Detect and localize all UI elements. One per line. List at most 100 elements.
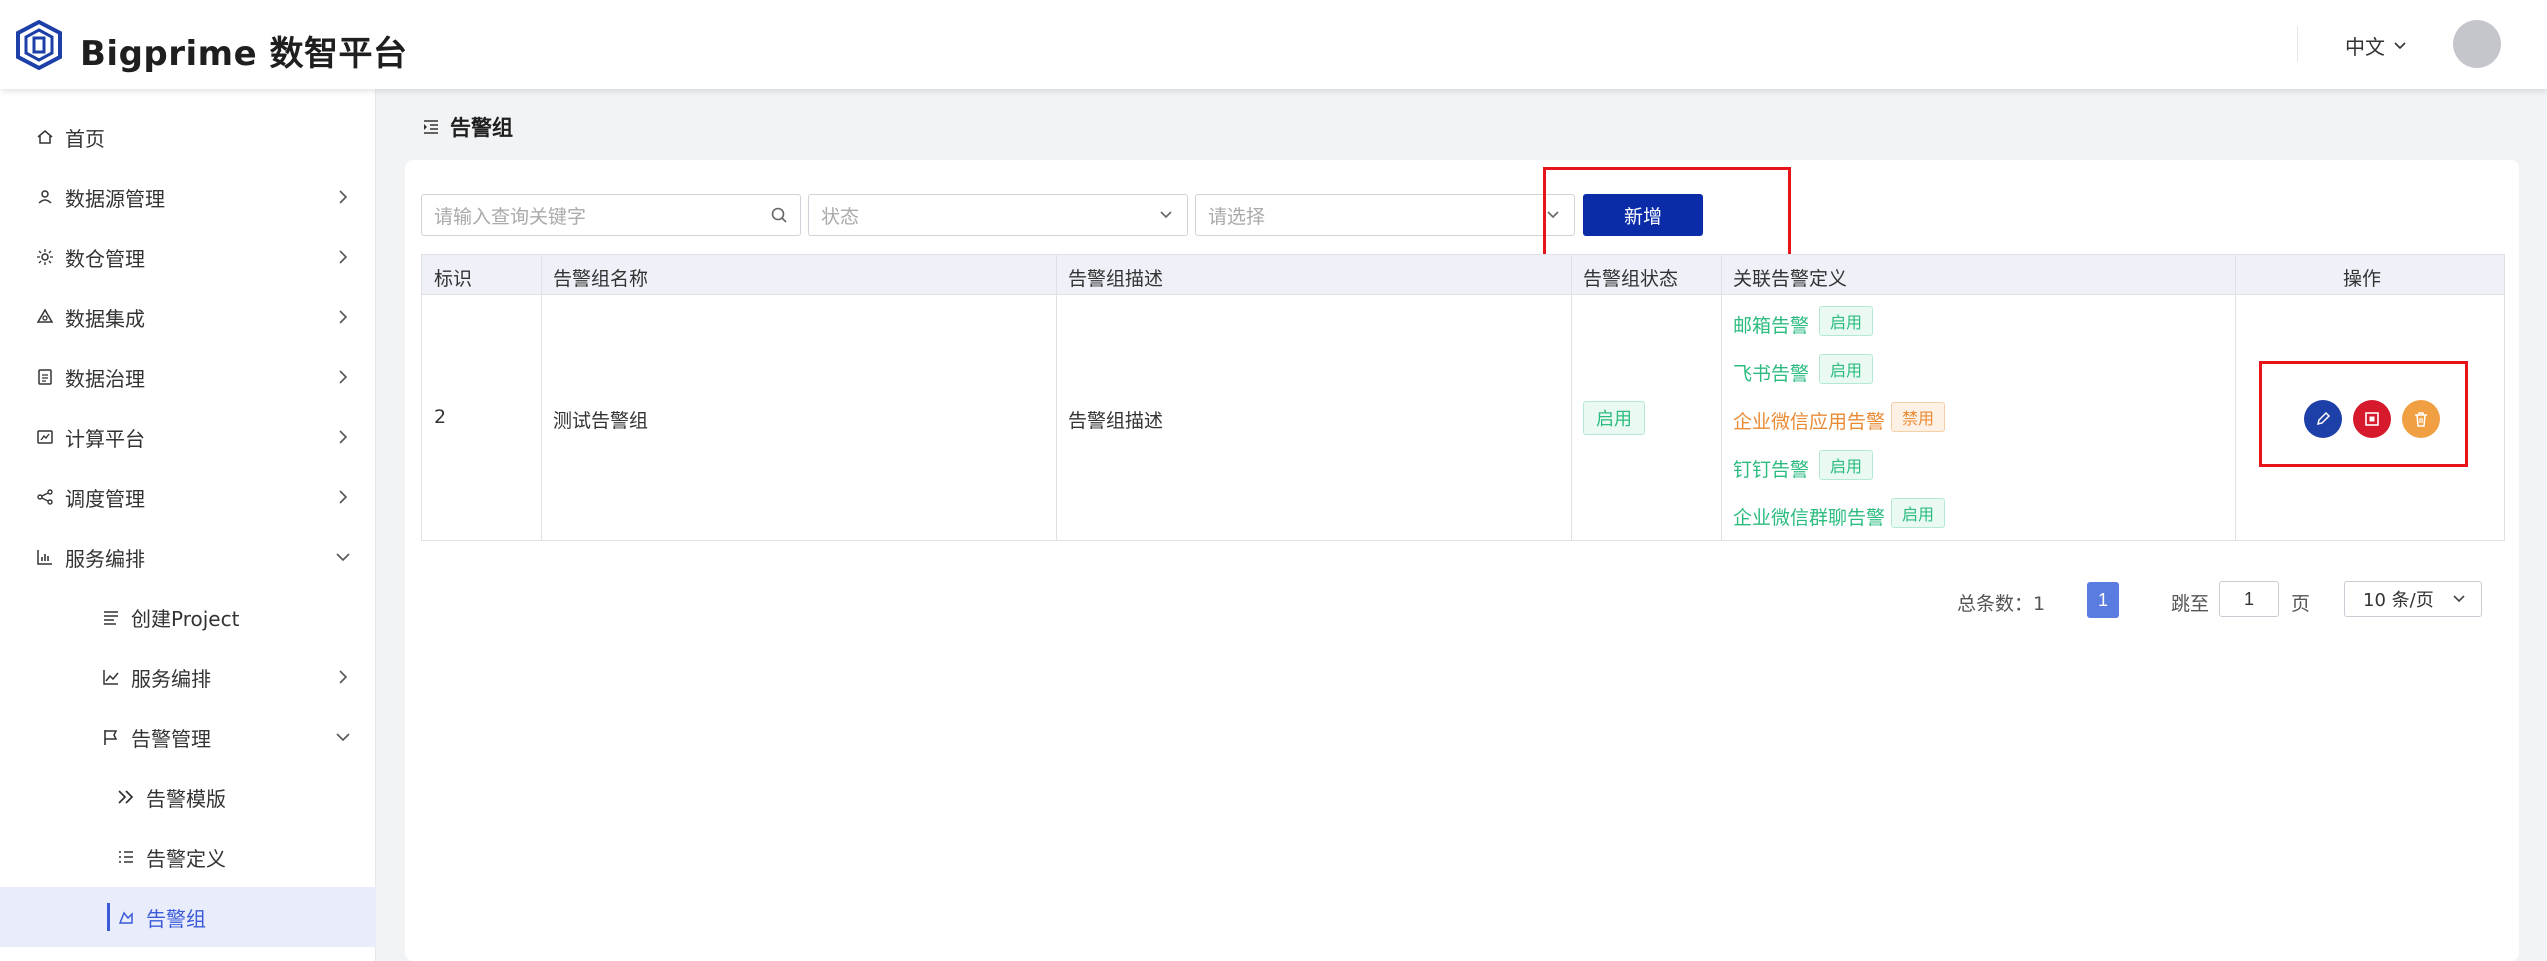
highlight-box-actions (2259, 361, 2468, 467)
cell-description: 告警组描述 (1068, 410, 1164, 432)
sidebar-item-label: 告警定义 (146, 846, 226, 871)
header-description: 告警组描述 (1068, 268, 1164, 290)
sidebar-item-label: 创建Project (131, 606, 240, 631)
page-size-select[interactable]: 10 条/页 (2344, 581, 2482, 617)
brand-title: Bigprime 数智平台 (80, 34, 408, 74)
language-label: 中文 (2345, 35, 2385, 59)
page-suffix: 页 (2291, 593, 2311, 615)
sidebar-item-label: 首页 (65, 126, 105, 151)
integration-icon (36, 308, 54, 323)
menu-indent-icon (424, 120, 438, 134)
sidebar-item-home[interactable]: 首页 (0, 107, 376, 167)
generic-select[interactable]: 请选择 (1195, 194, 1575, 236)
page-title: 告警组 (422, 112, 513, 142)
header-name: 告警组名称 (553, 268, 649, 290)
chevron-right-icon (339, 490, 348, 504)
schedule-icon (37, 489, 53, 505)
page-title-text: 告警组 (450, 116, 513, 140)
sidebar-item-create-project[interactable]: 创建Project (0, 587, 376, 647)
chevron-down-icon (2394, 41, 2406, 49)
chevron-right-icon (339, 190, 348, 204)
related-definition-name[interactable]: 企业微信应用告警 (1733, 407, 1885, 434)
sidebar-item-label: 告警模版 (146, 786, 226, 811)
cell-id: 2 (434, 406, 447, 428)
table-header-row (422, 255, 2504, 295)
sidebar-item-integration[interactable]: 数据集成 (0, 287, 376, 347)
user-avatar[interactable] (2453, 20, 2501, 68)
sidebar-item-label: 数据治理 (65, 366, 145, 391)
header-status: 告警组状态 (1583, 268, 1679, 290)
active-indicator (107, 903, 110, 931)
line-chart-icon (103, 670, 119, 685)
datasource-icon (38, 190, 52, 204)
keyword-search-input[interactable]: 请输入查询关键字 (421, 194, 801, 236)
flag-icon (104, 730, 118, 745)
highlight-box-add (1543, 167, 1791, 257)
cell-name: 测试告警组 (553, 410, 649, 432)
logo-icon (16, 20, 62, 70)
search-icon[interactable] (770, 206, 788, 224)
total-count: 总条数：1 (1957, 593, 2046, 615)
chevron-down-icon (1160, 211, 1172, 219)
list-icon (104, 611, 118, 625)
language-switcher[interactable]: 中文 (2345, 31, 2407, 60)
header-divider (2297, 26, 2298, 62)
header-id: 标识 (434, 268, 473, 290)
sidebar-item-service-orchestration-sub[interactable]: 服务编排 (0, 647, 376, 707)
sidebar-item-label: 数据集成 (65, 306, 145, 331)
header-related-definition: 关联告警定义 (1733, 268, 1848, 290)
page-number-current[interactable]: 1 (2087, 582, 2119, 618)
ordered-list-icon (119, 851, 133, 863)
status-select[interactable]: 状态 (808, 194, 1188, 236)
sidebar-item-datasource[interactable]: 数据源管理 (0, 167, 376, 227)
home-icon (37, 130, 53, 144)
column-divider (541, 255, 542, 540)
chevron-down-icon (2453, 595, 2465, 603)
jump-page-input[interactable]: 1 (2219, 581, 2279, 617)
column-divider (1721, 255, 1722, 540)
related-definition-name[interactable]: 飞书告警 (1733, 359, 1809, 386)
sidebar-item-compute[interactable]: 计算平台 (0, 407, 376, 467)
related-definition-name[interactable]: 钉钉告警 (1733, 455, 1809, 482)
sidebar-item-label: 服务编排 (65, 546, 145, 571)
sidebar-item-service-orchestration[interactable]: 服务编排 (0, 527, 376, 587)
header-actions: 操作 (2343, 268, 2382, 290)
related-definition-name[interactable]: 邮箱告警 (1733, 311, 1809, 338)
sidebar-item-alarm-definition[interactable]: 告警定义 (0, 827, 376, 887)
sidebar-item-label: 告警管理 (131, 726, 211, 751)
status-badge: 启用 (1583, 401, 1645, 435)
bar-chart-icon (37, 550, 52, 565)
related-status-badge: 禁用 (1891, 402, 1946, 432)
compute-icon (37, 430, 53, 444)
warehouse-icon (37, 249, 53, 265)
sidebar-item-label: 数据源管理 (65, 186, 165, 211)
keyword-placeholder: 请输入查询关键字 (434, 205, 587, 228)
sidebar-item-warehouse[interactable]: 数仓管理 (0, 227, 376, 287)
status-placeholder: 状态 (821, 205, 860, 228)
chevron-right-icon (339, 370, 348, 384)
sidebar-item-label: 数仓管理 (65, 246, 145, 271)
sidebar-item-label: 服务编排 (131, 666, 211, 691)
column-divider (1056, 255, 1057, 540)
chevron-right-icon (339, 670, 348, 684)
chevron-right-icon (339, 250, 348, 264)
sidebar-item-governance[interactable]: 数据治理 (0, 347, 376, 407)
sidebar-item-alarm-template[interactable]: 告警模版 (0, 767, 376, 827)
sidebar-item-alarm-management[interactable]: 告警管理 (0, 707, 376, 767)
related-status-badge: 启用 (1891, 498, 1946, 528)
related-definition-name[interactable]: 企业微信群聊告警 (1733, 503, 1885, 530)
alarm-group-icon (118, 911, 133, 924)
select-placeholder: 请选择 (1208, 205, 1266, 228)
jump-label: 跳至 (2171, 593, 2210, 615)
sidebar-item-label: 告警组 (146, 906, 206, 931)
column-divider (1571, 255, 1572, 540)
double-chevron-icon (118, 790, 134, 804)
page-size-label: 10 条/页 (2363, 590, 2434, 611)
column-divider (2235, 255, 2236, 540)
related-status-badge: 启用 (1819, 354, 1874, 384)
sidebar-item-label: 调度管理 (65, 486, 145, 511)
sidebar-item-schedule[interactable]: 调度管理 (0, 467, 376, 527)
sidebar-item-alarm-group[interactable]: 告警组 (0, 887, 376, 947)
sidebar-item-label: 计算平台 (65, 426, 145, 451)
related-status-badge: 启用 (1819, 306, 1874, 336)
